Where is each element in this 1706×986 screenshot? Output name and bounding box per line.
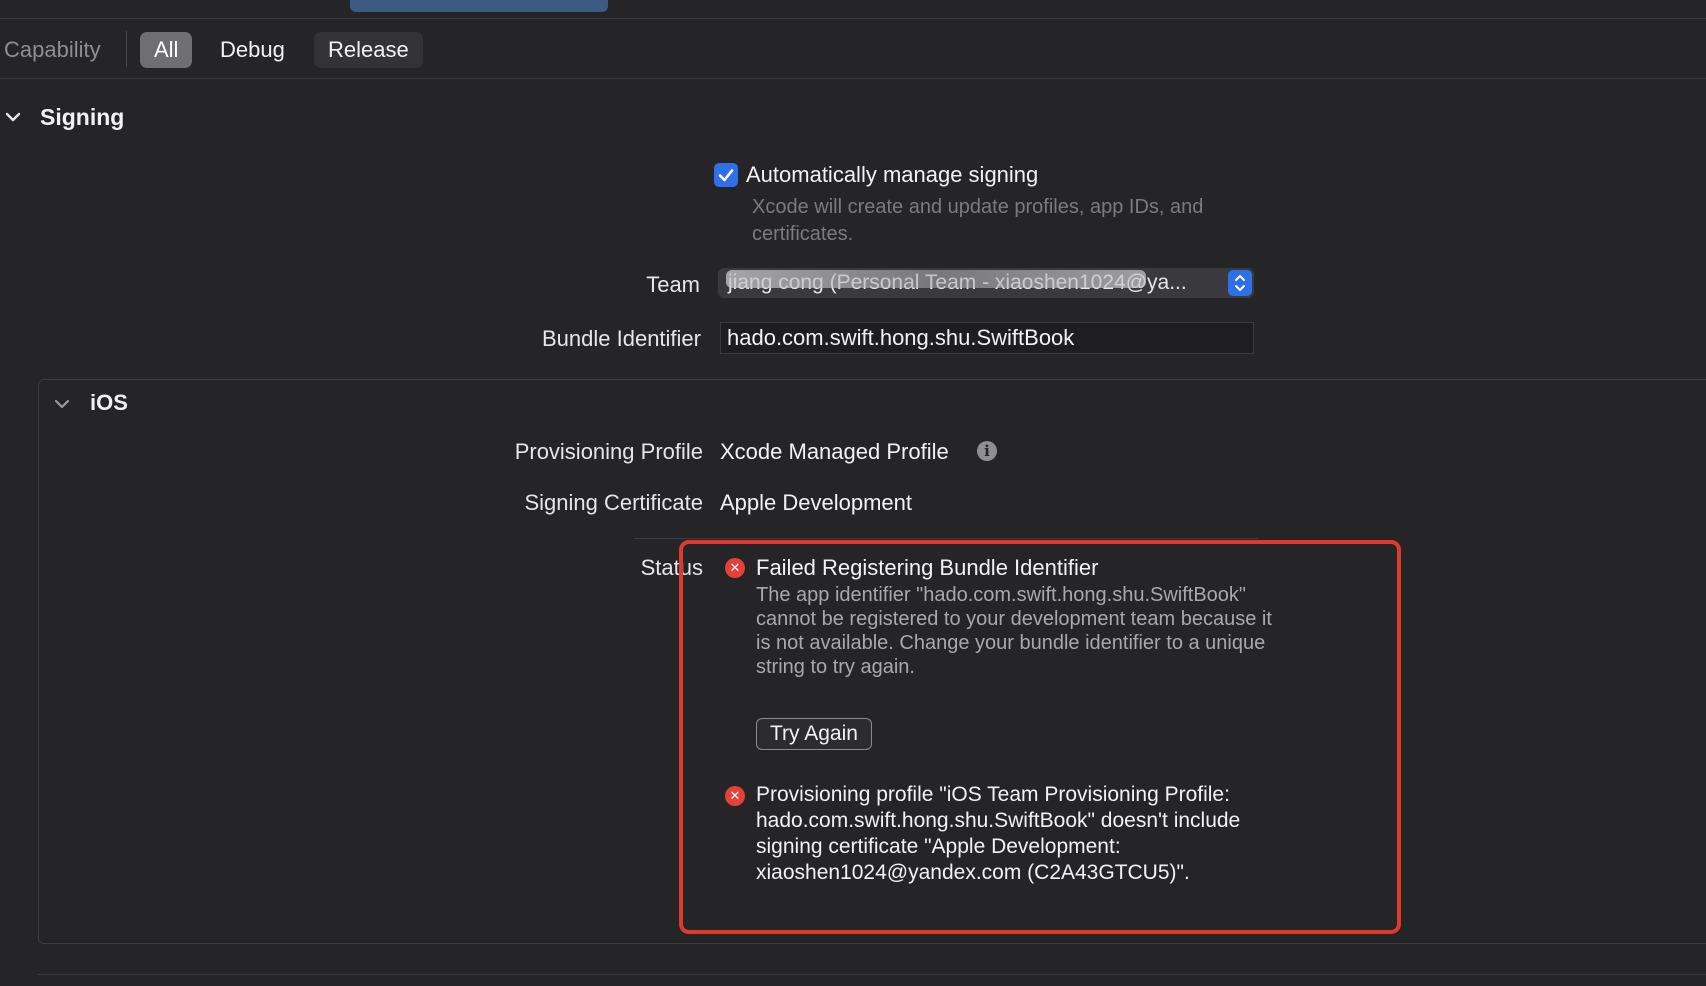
- auto-manage-signing-description: Xcode will create and update profiles, a…: [752, 196, 1204, 245]
- auto-manage-signing-label[interactable]: Automatically manage signing: [746, 162, 1038, 188]
- error-title: Failed Registering Bundle Identifier: [756, 555, 1099, 580]
- ios-collapse-chevron-icon[interactable]: [52, 395, 72, 413]
- provisioning-error-message: Provisioning profile "iOS Team Provision…: [756, 783, 1241, 884]
- top-tab-strip: [0, 0, 1706, 19]
- ios-section-title: iOS: [90, 390, 128, 415]
- selected-top-tab[interactable]: [350, 0, 608, 12]
- signing-section-title: Signing: [40, 104, 125, 130]
- error-description: The app identifier "hado.com.swift.hong.…: [756, 584, 1272, 678]
- bundle-identifier-label: Bundle Identifier: [542, 326, 701, 351]
- team-popup-button[interactable]: jiang cong (Personal Team - xiaoshen1024…: [718, 268, 1254, 298]
- signing-certificate-label: Signing Certificate: [524, 490, 703, 515]
- provisioning-profile-label: Provisioning Profile: [514, 439, 703, 464]
- popup-stepper-icon: [1228, 270, 1252, 296]
- signing-collapse-chevron-icon[interactable]: [4, 108, 22, 126]
- checkmark-icon: [718, 169, 734, 182]
- add-capability-label[interactable]: Capability: [4, 37, 101, 63]
- capability-filter-bar: Capability All Debug Release: [0, 19, 1706, 79]
- team-label: Team: [646, 272, 700, 297]
- info-icon[interactable]: i: [977, 441, 997, 461]
- filter-divider: [126, 31, 127, 67]
- status-divider: [634, 538, 1258, 539]
- filter-release-button[interactable]: Release: [314, 32, 423, 68]
- filter-debug-button[interactable]: Debug: [206, 32, 299, 68]
- signing-capabilities-page: Capability All Debug Release Signing Aut…: [0, 0, 1706, 986]
- try-again-button[interactable]: Try Again: [756, 718, 872, 750]
- bottom-divider: [38, 974, 1706, 975]
- redaction-scribble: [726, 270, 1146, 288]
- error-icon: ✕: [725, 786, 745, 806]
- signing-certificate-value: Apple Development: [720, 490, 913, 515]
- filter-all-button[interactable]: All: [140, 32, 193, 68]
- provisioning-profile-value: Xcode Managed Profile: [720, 439, 949, 464]
- error-icon: ✕: [725, 558, 745, 578]
- auto-manage-signing-checkbox[interactable]: [714, 163, 738, 187]
- bundle-identifier-value: hado.com.swift.hong.shu.SwiftBook: [727, 325, 1075, 350]
- bundle-identifier-field[interactable]: hado.com.swift.hong.shu.SwiftBook: [720, 322, 1254, 354]
